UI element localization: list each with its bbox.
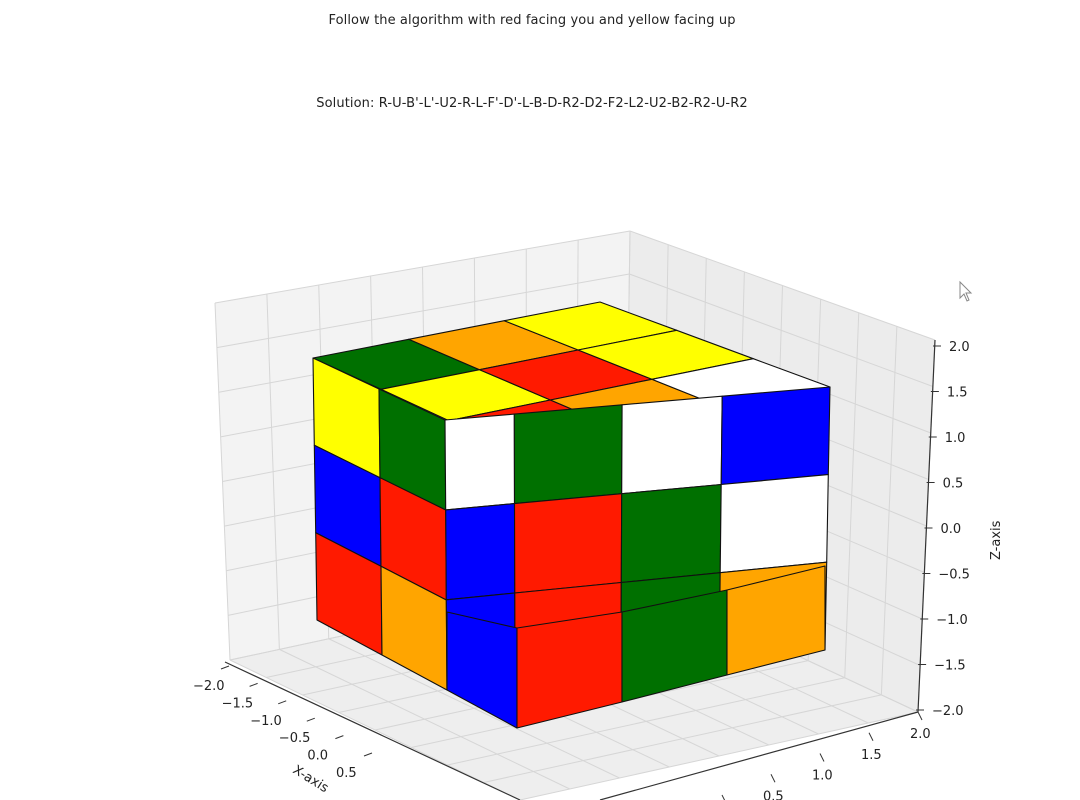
y-tick-mark	[868, 732, 874, 741]
z-tick-label: 2.0	[949, 340, 970, 355]
x-tick-mark	[220, 665, 230, 670]
z-tick-label: 0.5	[943, 477, 964, 492]
y-tick-label: 0.5	[763, 789, 784, 800]
x-tick-label: −2.0	[193, 679, 225, 694]
z-tick-label: 1.5	[947, 386, 968, 401]
x-tick-mark	[249, 682, 258, 687]
x-tick-label: 0.0	[307, 749, 328, 764]
z-axis-label: Z-axis	[989, 520, 1004, 560]
y-tick-mark	[917, 711, 923, 721]
z-tick-label: −1.0	[936, 613, 968, 628]
y-tick-label: 1.5	[861, 748, 882, 763]
x-axis-label: X-axis	[290, 763, 331, 797]
y-tick-label: 1.0	[812, 769, 833, 784]
z-tick-label: −1.5	[934, 659, 966, 674]
rubik-3d-plot[interactable]: 2.0 1.5 1.0 0.5 0.0 −0.5 −1.0 −1.5 −2.0 −2.0 −1.5 −…	[0, 0, 1080, 800]
x-tick-label: −1.5	[222, 696, 254, 711]
z-tick-label: −2.0	[932, 704, 964, 719]
front-sticker	[719, 474, 829, 574]
front-sticker	[445, 503, 516, 601]
z-tick-label: 0.0	[941, 522, 962, 537]
front-sticker	[720, 386, 831, 486]
x-tick-mark	[306, 717, 315, 722]
z-tick-label: −0.5	[938, 568, 970, 583]
x-tick-mark	[335, 735, 344, 740]
front-sticker	[444, 413, 516, 511]
y-tick-mark	[721, 794, 726, 800]
x-tick-mark	[278, 700, 287, 705]
x-tick-mark	[363, 752, 373, 757]
z-tick-label: 1.0	[945, 431, 966, 446]
x-tick-label: 0.5	[336, 766, 357, 781]
front-sticker	[620, 483, 722, 584]
front-sticker	[513, 493, 623, 594]
x-tick-label: −0.5	[279, 731, 311, 746]
x-tick-label: −1.0	[250, 714, 282, 729]
y-tick-mark	[819, 753, 825, 762]
front-sticker	[513, 404, 623, 505]
y-tick-label: 2.0	[910, 727, 931, 742]
mouse-cursor-icon	[959, 280, 973, 302]
front-sticker	[621, 395, 723, 495]
y-tick-mark	[770, 774, 776, 783]
